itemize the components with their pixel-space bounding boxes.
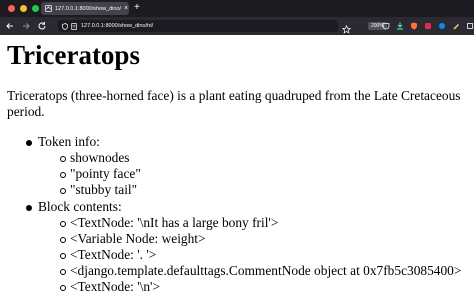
list-item: "pointy face": [70, 166, 141, 181]
browser-tab-bar: 127.0.0.1:8000/show_dino/tri/ × +: [0, 0, 474, 17]
reload-icon[interactable]: [36, 20, 48, 32]
close-window-button[interactable]: [8, 5, 15, 12]
window-controls: [8, 5, 39, 12]
list-bullet: [60, 188, 66, 194]
list-item: <django.template.defaulttags.CommentNode…: [70, 263, 462, 278]
list-bullet: [26, 140, 32, 146]
page-favicon-icon: [45, 5, 52, 12]
pocket-icon[interactable]: [382, 21, 390, 30]
shield-icon[interactable]: [62, 17, 68, 35]
url-text: 127.0.0.1:8000/show_dino/tri/: [81, 23, 154, 29]
back-arrow-icon[interactable]: [4, 20, 16, 32]
download-icon[interactable]: [396, 21, 404, 30]
tab-close-icon[interactable]: ×: [124, 5, 128, 12]
extension-gray-icon[interactable]: [466, 21, 474, 30]
list-bullet: [60, 285, 66, 291]
tab-title: 127.0.0.1:8000/show_dino/tri/: [55, 5, 121, 12]
browser-nav-bar: 127.0.0.1:8000/show_dino/tri/ 200%: [0, 17, 474, 35]
list-item: <TextNode: '. '>: [70, 247, 157, 262]
maximize-window-button[interactable]: [32, 5, 39, 12]
extension-red-icon[interactable]: [424, 21, 432, 30]
browser-tab-active[interactable]: 127.0.0.1:8000/show_dino/tri/ ×: [41, 2, 129, 15]
toolbar-extensions: [382, 21, 474, 30]
block-contents-label: Block contents:: [38, 199, 122, 214]
dino-description: Triceratops (three-horned face) is a pla…: [7, 88, 461, 119]
list-bullet: [60, 156, 66, 162]
minimize-window-button[interactable]: [20, 5, 27, 12]
address-bar[interactable]: 127.0.0.1:8000/show_dino/tri/ 200%: [58, 17, 387, 35]
page-content: Triceratops Triceratops (three-horned fa…: [0, 35, 474, 308]
list-bullet: [60, 253, 66, 259]
page-title: Triceratops: [7, 40, 140, 70]
list-bullet: [60, 269, 66, 275]
new-tab-button[interactable]: +: [134, 2, 140, 14]
extension-pen-icon[interactable]: [452, 21, 460, 30]
list-bullet: [60, 237, 66, 243]
forward-arrow-icon[interactable]: [20, 20, 32, 32]
list-item: "stubby tail": [70, 182, 138, 197]
list-bullet: [60, 172, 66, 178]
extension-blue-icon[interactable]: [438, 21, 446, 30]
token-info-label: Token info:: [38, 134, 100, 149]
list-item: <TextNode: '\n'>: [70, 279, 161, 294]
list-item: <Variable Node: weight>: [70, 231, 206, 246]
list-bullet: [60, 221, 66, 227]
page-info-icon[interactable]: [71, 17, 77, 35]
list-bullet: [26, 205, 32, 211]
extension-shield-icon[interactable]: [410, 21, 418, 30]
list-item: <TextNode: '\nIt has a large bony fril'>: [70, 215, 279, 230]
list-item: shownodes: [70, 150, 130, 165]
